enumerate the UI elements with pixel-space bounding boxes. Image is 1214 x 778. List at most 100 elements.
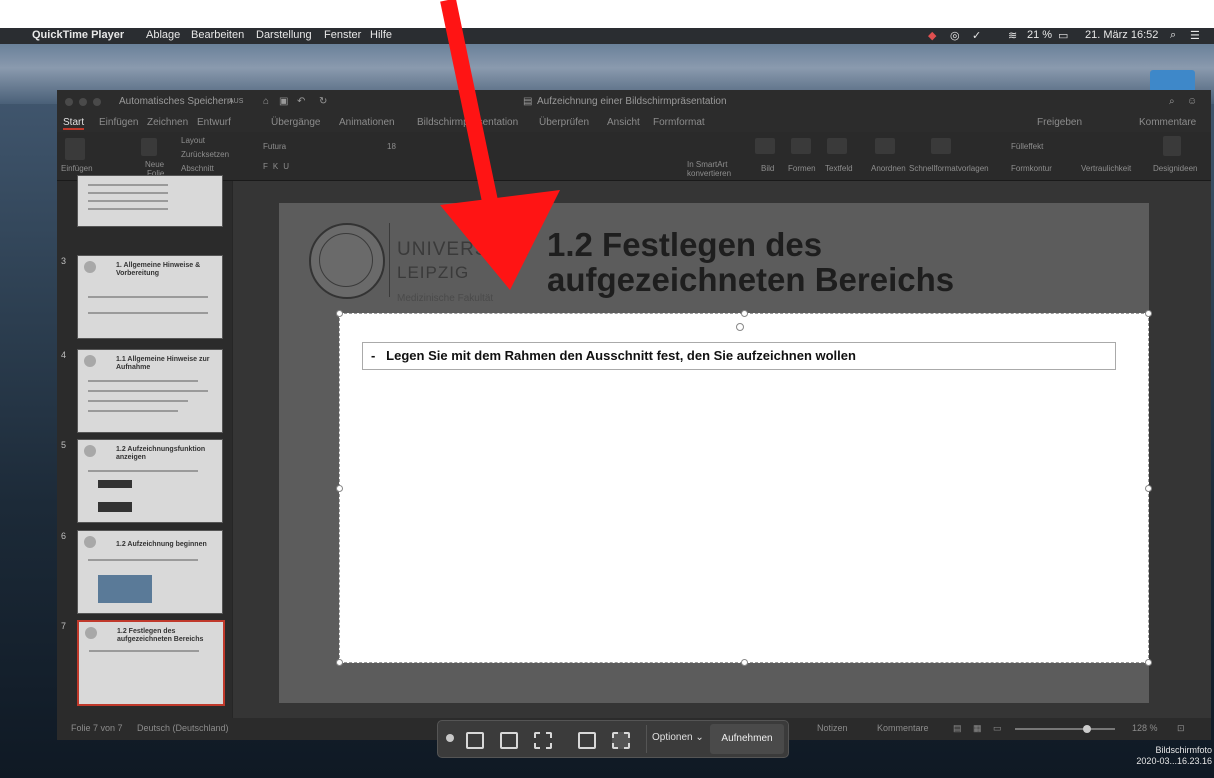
creative-cloud-icon[interactable]: ◎ bbox=[950, 29, 960, 42]
smartart-label-2[interactable]: konvertieren bbox=[687, 169, 731, 178]
paste-label[interactable]: Einfügen bbox=[61, 164, 93, 173]
font-format-buttons[interactable]: FKU bbox=[263, 162, 294, 171]
thumbnail-7-selected[interactable]: 1.2 Festlegen des aufgezeichneten Bereic… bbox=[77, 620, 225, 706]
options-dropdown[interactable]: Optionen ⌄ bbox=[652, 732, 704, 743]
battery-icon[interactable]: ▭ bbox=[1058, 29, 1068, 42]
tab-einfuegen[interactable]: Einfügen bbox=[99, 117, 138, 128]
thumbnail-5[interactable]: 1.2 Aufzeichnungsfunktion anzeigen bbox=[77, 439, 223, 523]
arrange-icon[interactable] bbox=[875, 138, 895, 154]
tab-uebergaenge[interactable]: Übergänge bbox=[271, 117, 320, 128]
slide-canvas[interactable]: UNIVERSITÄT LEIPZIG Medizinische Fakultä… bbox=[279, 203, 1152, 703]
font-select[interactable]: Futura bbox=[263, 142, 286, 151]
menu-fenster[interactable]: Fenster bbox=[324, 29, 361, 41]
smartart-label-1[interactable]: In SmartArt bbox=[687, 160, 727, 169]
comments-button[interactable]: Kommentare bbox=[1139, 117, 1196, 128]
tab-formformat[interactable]: Formformat bbox=[653, 117, 705, 128]
notification-center-icon[interactable]: ☰ bbox=[1190, 29, 1200, 42]
slide-thumbnails-panel[interactable]: 3 1. Allgemeine Hinweise & Vorbereitung … bbox=[57, 175, 232, 718]
textbox-label[interactable]: Textfeld bbox=[825, 164, 853, 173]
layout-button[interactable]: Layout bbox=[181, 136, 205, 145]
selection-handle[interactable] bbox=[1145, 310, 1152, 317]
menu-ablage[interactable]: Ablage bbox=[146, 29, 180, 41]
redo-icon[interactable]: ↻ bbox=[319, 96, 327, 107]
screenshot-thumbnail-label[interactable]: Bildschirmfoto 2020-03...16.23.16 bbox=[1112, 745, 1212, 767]
thumbnail-2[interactable] bbox=[77, 175, 223, 227]
thumbnail-4[interactable]: 1.1 Allgemeine Hinweise zur Aufnahme bbox=[77, 349, 223, 433]
slide-sorter-icon[interactable]: ▦ bbox=[973, 723, 982, 734]
tab-zeichnen[interactable]: Zeichnen bbox=[147, 117, 188, 128]
record-entire-screen-icon[interactable] bbox=[578, 732, 596, 749]
tab-ansicht[interactable]: Ansicht bbox=[607, 117, 640, 128]
image-icon[interactable] bbox=[755, 138, 775, 154]
language[interactable]: Deutsch (Deutschland) bbox=[137, 723, 229, 733]
presenter-view-icon[interactable]: ▭ bbox=[993, 723, 1002, 734]
fill-button[interactable]: Fülleffekt bbox=[1011, 142, 1043, 151]
tab-animationen[interactable]: Animationen bbox=[339, 117, 395, 128]
reset-button[interactable]: Zurücksetzen bbox=[181, 150, 229, 159]
new-slide-label-1[interactable]: Neue bbox=[145, 160, 164, 169]
tab-start[interactable]: Start bbox=[63, 117, 85, 130]
paste-icon[interactable] bbox=[65, 138, 85, 160]
menu-hilfe[interactable]: Hilfe bbox=[370, 29, 392, 41]
selection-handle[interactable] bbox=[336, 659, 343, 666]
share-button[interactable]: Freigeben bbox=[1037, 117, 1082, 128]
shapes-label[interactable]: Formen bbox=[788, 164, 816, 173]
tab-entwurf[interactable]: Entwurf bbox=[197, 117, 231, 128]
notes-button[interactable]: Notizen bbox=[817, 723, 848, 733]
recording-selection-area[interactable]: - Legen Sie mit dem Rahmen den Ausschnit… bbox=[336, 310, 1152, 666]
new-slide-icon[interactable] bbox=[141, 138, 157, 156]
menu-bearbeiten[interactable]: Bearbeiten bbox=[191, 29, 244, 41]
capture-window-icon[interactable] bbox=[500, 732, 518, 749]
content-textbox[interactable]: - Legen Sie mit dem Rahmen den Ausschnit… bbox=[362, 342, 1116, 370]
rotate-handle-icon[interactable] bbox=[736, 323, 744, 331]
capture-entire-screen-icon[interactable] bbox=[466, 732, 484, 749]
zoom-slider[interactable] bbox=[1015, 725, 1115, 733]
selection-handle[interactable] bbox=[741, 310, 748, 317]
undo-icon[interactable]: ↶ bbox=[297, 96, 305, 107]
quickstyles-icon[interactable] bbox=[931, 138, 951, 154]
status-icon[interactable]: ◆ bbox=[928, 29, 936, 42]
search-icon[interactable]: ⌕ bbox=[1169, 96, 1175, 107]
menu-darstellung[interactable]: Darstellung bbox=[256, 29, 312, 41]
record-button[interactable]: Aufnehmen bbox=[710, 724, 784, 754]
zoom-level[interactable]: 128 % bbox=[1132, 723, 1158, 733]
selection-handle[interactable] bbox=[336, 310, 343, 317]
thumbnail-3[interactable]: 1. Allgemeine Hinweise & Vorbereitung bbox=[77, 255, 223, 339]
fit-slide-icon[interactable]: ⊡ bbox=[1177, 723, 1185, 734]
slide-title[interactable]: 1.2 Festlegen des aufgezeichneten Bereic… bbox=[547, 227, 954, 297]
arrange-label[interactable]: Anordnen bbox=[871, 164, 906, 173]
designer-label[interactable]: Designideen bbox=[1153, 164, 1197, 173]
selection-handle[interactable] bbox=[1145, 659, 1152, 666]
image-label[interactable]: Bild bbox=[761, 164, 774, 173]
selection-handle[interactable] bbox=[1145, 485, 1152, 492]
close-window-icon[interactable] bbox=[65, 98, 73, 106]
section-button[interactable]: Abschnitt bbox=[181, 164, 214, 173]
quickstyles-label[interactable]: Schnellformatvorlagen bbox=[909, 164, 989, 173]
tab-ueberpruefen[interactable]: Überprüfen bbox=[539, 117, 589, 128]
save-icon[interactable]: ▣ bbox=[279, 96, 288, 107]
battery-text[interactable]: 21 % bbox=[1027, 29, 1052, 41]
autosave-toggle[interactable]: AUS bbox=[229, 98, 243, 105]
clock[interactable]: 21. März 16:52 bbox=[1085, 29, 1158, 41]
tab-bildschirmpraesentation[interactable]: Bildschirmpräsentation bbox=[417, 117, 518, 128]
designer-icon[interactable] bbox=[1163, 136, 1181, 156]
spotlight-icon[interactable]: ⌕ bbox=[1170, 29, 1176, 42]
shapes-icon[interactable] bbox=[791, 138, 811, 154]
menu-app-name[interactable]: QuickTime Player bbox=[32, 29, 124, 41]
minimize-window-icon[interactable] bbox=[79, 98, 87, 106]
wifi-icon[interactable]: ≋ bbox=[1008, 29, 1017, 42]
smiley-icon[interactable]: ☺ bbox=[1187, 96, 1197, 107]
selection-handle[interactable] bbox=[741, 659, 748, 666]
normal-view-icon[interactable]: ▤ bbox=[953, 723, 962, 734]
selection-handle[interactable] bbox=[336, 485, 343, 492]
textbox-icon[interactable] bbox=[827, 138, 847, 154]
record-selection-icon[interactable] bbox=[612, 732, 630, 749]
comments-status-button[interactable]: Kommentare bbox=[877, 723, 929, 733]
check-icon[interactable]: ✓ bbox=[972, 29, 981, 42]
zoom-slider-thumb[interactable] bbox=[1083, 725, 1091, 733]
zoom-window-icon[interactable] bbox=[93, 98, 101, 106]
sensitivity-button[interactable]: Vertraulichkeit bbox=[1081, 164, 1131, 173]
close-toolbar-icon[interactable] bbox=[446, 734, 454, 742]
home-icon[interactable]: ⌂ bbox=[263, 96, 269, 107]
capture-selection-icon[interactable] bbox=[534, 732, 552, 749]
